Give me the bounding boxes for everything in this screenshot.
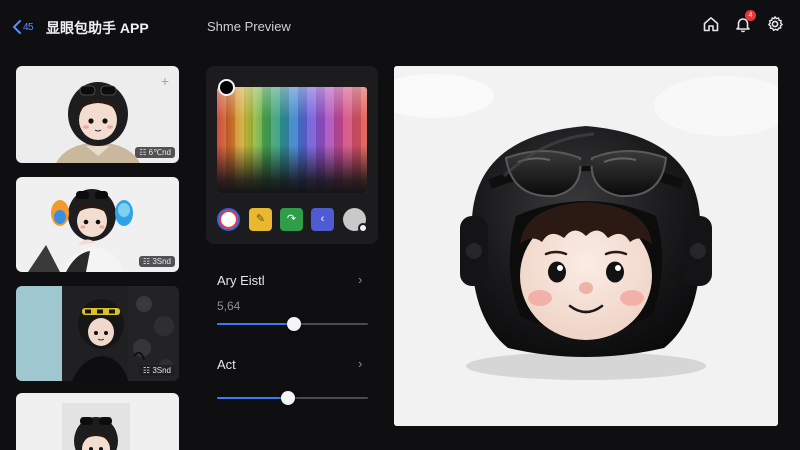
- gear-icon: [768, 16, 783, 32]
- swatch-green[interactable]: ↷: [280, 208, 303, 231]
- slider-knob[interactable]: [287, 317, 301, 331]
- top-bar: 45 显眼包助手 APP Shme Preview 4: [0, 0, 800, 52]
- pencil-icon: ✎: [255, 213, 266, 225]
- chevron-right-icon[interactable]: ›: [358, 356, 362, 371]
- thumbnail-item[interactable]: ☷ 3Snd: [16, 177, 179, 272]
- redo-icon: ↷: [286, 213, 297, 225]
- avatar-thumbnail-image: [16, 393, 179, 450]
- thumbnail-badge: ☷ 3Snd: [138, 365, 175, 376]
- app-title: 显眼包助手 APP: [46, 20, 149, 36]
- add-icon[interactable]: +: [161, 74, 169, 88]
- home-icon: [703, 17, 719, 32]
- thumbnail-list: + ☷ 6℃nd ☷ 3Snd ☷ 3Snd: [16, 66, 180, 450]
- slider-knob[interactable]: [281, 391, 295, 405]
- color-picker-handle[interactable]: [218, 79, 235, 96]
- swatch-yellow[interactable]: ✎: [249, 208, 272, 231]
- chevron-left-icon: ‹: [320, 213, 325, 225]
- adjustment-slider[interactable]: [217, 391, 368, 405]
- screen-title: Shme Preview: [207, 19, 291, 34]
- slider-fill: [217, 397, 288, 399]
- home-button[interactable]: [702, 15, 720, 33]
- thumbnail-item[interactable]: ☷ 3Snd: [16, 286, 179, 381]
- adjustment-slider[interactable]: [217, 317, 368, 331]
- chevron-right-icon[interactable]: ›: [358, 272, 362, 287]
- swatch-indigo[interactable]: ‹: [311, 208, 334, 231]
- top-actions: 4: [702, 10, 784, 33]
- notifications-button[interactable]: 4: [734, 10, 756, 33]
- color-picker-panel: ✎ ↷ ‹: [206, 66, 378, 244]
- back-button[interactable]: 45: [12, 18, 42, 36]
- avatar-preview-image: [394, 66, 778, 426]
- settings-button[interactable]: [766, 15, 784, 33]
- avatar-preview[interactable]: [394, 66, 778, 426]
- chevron-left-icon: [13, 20, 21, 34]
- thumbnail-badge: ☷ 3Snd: [138, 256, 175, 267]
- thumbnail-item[interactable]: [16, 393, 179, 450]
- back-count: 45: [23, 21, 34, 33]
- edit-dot-icon: [358, 223, 368, 233]
- notification-badge: 4: [745, 10, 756, 21]
- slider-fill: [217, 323, 294, 325]
- color-spectrum[interactable]: [217, 87, 367, 193]
- adjustment-label: Act: [217, 357, 236, 372]
- swatch-gray[interactable]: [343, 208, 368, 233]
- color-swatches: ✎ ↷ ‹: [217, 208, 368, 233]
- adjustment-value: 5,64: [217, 299, 241, 313]
- thumbnail-badge: ☷ 6℃nd: [135, 147, 175, 158]
- adjustment-label: Ary Eistl: [217, 273, 265, 288]
- swatch-white[interactable]: [217, 208, 240, 231]
- thumbnail-item[interactable]: + ☷ 6℃nd: [16, 66, 179, 163]
